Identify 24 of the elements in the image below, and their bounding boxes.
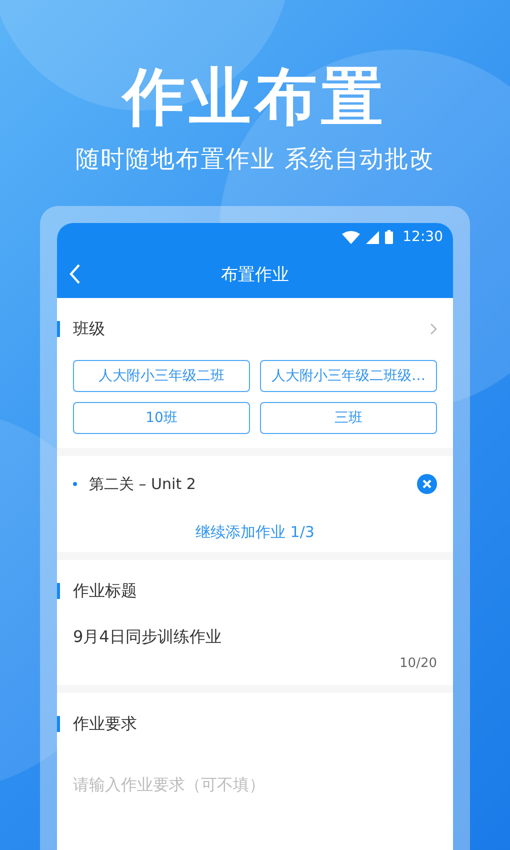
section-marker — [57, 321, 60, 337]
headline: 作业布置 — [123, 59, 387, 135]
section-label: 班级 — [73, 318, 106, 340]
bullet-dot — [73, 482, 77, 486]
signal-icon — [366, 230, 379, 244]
back-chevron-icon — [69, 263, 81, 285]
tagline: 随时随地布置作业 系统自动批改 — [76, 144, 434, 175]
chevron-right-icon[interactable] — [430, 323, 437, 335]
section-label: 作业要求 — [73, 714, 138, 734]
remove-icon[interactable] — [417, 474, 437, 494]
class-chip[interactable]: 三班 — [260, 402, 437, 434]
assignment-name: 第二关 – Unit 2 — [89, 474, 197, 494]
class-chip[interactable]: 10班 — [73, 402, 250, 434]
add-assignment-link[interactable]: 继续添加作业 1/3 — [196, 512, 314, 552]
status-time: 12:30 — [402, 229, 443, 245]
section-marker — [57, 716, 60, 732]
battery-icon — [384, 230, 393, 244]
wifi-icon — [342, 230, 360, 244]
screen-title: 布置作业 — [221, 264, 289, 286]
section-marker — [57, 583, 60, 599]
section-label: 作业标题 — [73, 580, 138, 602]
class-chip[interactable]: 人大附小三年级二班 — [73, 360, 250, 392]
class-chip[interactable]: 人大附小三年级二班级… — [260, 360, 437, 392]
character-counter: 10/20 — [400, 656, 437, 671]
